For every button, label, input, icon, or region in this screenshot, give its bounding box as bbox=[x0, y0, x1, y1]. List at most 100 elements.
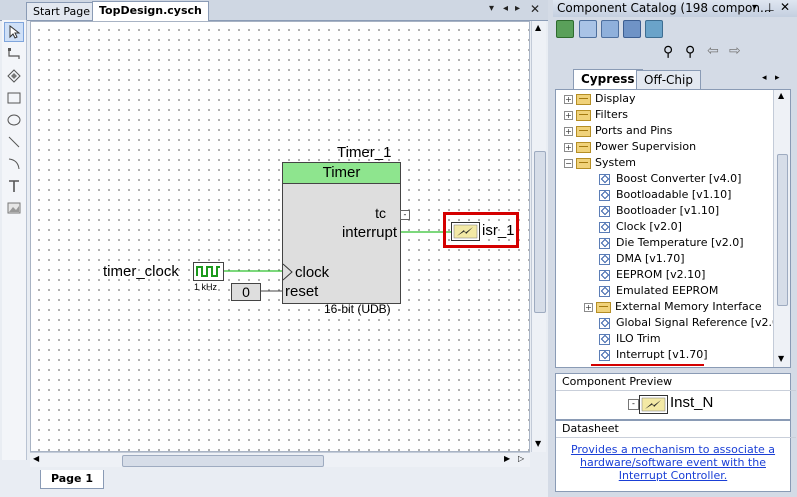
tc-pin-terminal: - bbox=[400, 210, 410, 220]
tree-item-interrupt[interactable]: Interrupt [v1.70] bbox=[599, 347, 708, 363]
text-tool-icon[interactable] bbox=[4, 176, 24, 196]
line-tool-icon[interactable] bbox=[4, 132, 24, 152]
reset-constant[interactable]: 0 bbox=[231, 283, 261, 301]
component-tool-icon[interactable] bbox=[4, 66, 24, 86]
tree-item-ilo-trim[interactable]: ILO Trim bbox=[599, 331, 661, 347]
tab-scroll-right-icon[interactable]: ▸ bbox=[515, 3, 520, 14]
vertical-scrollbar[interactable]: ▲ ▼ bbox=[531, 21, 546, 452]
tree-label: Power Supervision bbox=[595, 140, 697, 153]
folder-icon bbox=[576, 93, 591, 105]
vertical-scroll-thumb[interactable] bbox=[534, 151, 546, 313]
catalog-book-icon[interactable] bbox=[623, 20, 641, 38]
tree-folder-ports-and-pins[interactable]: + Ports and Pins bbox=[564, 123, 672, 139]
component-icon bbox=[599, 317, 610, 329]
tab-topdesign[interactable]: TopDesign.cysch bbox=[92, 1, 209, 21]
horizontal-scrollbar[interactable]: ◀ ▶ ▷ bbox=[30, 452, 530, 467]
tab-start-page[interactable]: Start Page bbox=[26, 2, 97, 20]
back-arrow-icon[interactable]: ⇦ bbox=[707, 43, 719, 59]
tree-folder-display[interactable]: + Display bbox=[564, 91, 636, 107]
page-scroll-right-icon[interactable]: ▷ bbox=[518, 454, 524, 463]
tree-item-emulated-eeprom[interactable]: Emulated EEPROM bbox=[599, 283, 718, 299]
tree-label: ILO Trim bbox=[616, 332, 661, 345]
clock-component[interactable] bbox=[193, 262, 224, 281]
component-tree[interactable]: + Display + Filters + Ports and Pins + Power… bbox=[555, 89, 791, 368]
tab-page-1[interactable]: Page 1 bbox=[40, 470, 104, 489]
vendor-tab-right-icon[interactable]: ▸ bbox=[775, 73, 780, 83]
tree-item-dma[interactable]: DMA [v1.70] bbox=[599, 251, 685, 267]
tree-item-boost-converter[interactable]: Boost Converter [v4.0] bbox=[599, 171, 741, 187]
image-tool-icon[interactable] bbox=[4, 198, 24, 218]
panel-close-icon[interactable]: ✕ bbox=[780, 0, 790, 14]
tree-folder-filters[interactable]: + Filters bbox=[564, 107, 628, 123]
add-component-icon[interactable] bbox=[579, 20, 597, 38]
component-icon bbox=[599, 349, 610, 361]
tab-list-dropdown-icon[interactable]: ▾ bbox=[489, 3, 494, 14]
tree-label: Boost Converter [v4.0] bbox=[616, 172, 742, 185]
tree-item-eeprom[interactable]: EEPROM [v2.10] bbox=[599, 267, 705, 283]
isr-name[interactable]: isr_1 bbox=[482, 222, 515, 239]
wire-tool-icon[interactable] bbox=[4, 44, 24, 64]
timer-component[interactable]: Timer tc interrupt clock reset - bbox=[282, 162, 410, 304]
pin-icon[interactable]: ⊥ bbox=[765, 1, 775, 14]
tree-folder-power-supervision[interactable]: + Power Supervision bbox=[564, 139, 696, 155]
tree-label: DMA [v1.70] bbox=[616, 252, 685, 265]
component-icon bbox=[599, 285, 610, 297]
scroll-left-icon[interactable]: ◀ bbox=[33, 454, 39, 463]
tree-label: Global Signal Reference [v2.0] bbox=[616, 316, 784, 329]
tree-folder-system[interactable]: − System bbox=[564, 155, 636, 171]
datasheet-link[interactable]: Provides a mechanism to associate a hard… bbox=[568, 443, 778, 482]
close-icon[interactable]: ✕ bbox=[530, 2, 540, 16]
folder-icon bbox=[576, 109, 591, 121]
interrupt-underline-highlight bbox=[591, 364, 704, 366]
tree-label: Clock [v2.0] bbox=[616, 220, 682, 233]
refresh-icon[interactable] bbox=[556, 20, 574, 38]
clock-name[interactable]: timer_clock bbox=[103, 263, 179, 280]
pin-interrupt-label: interrupt bbox=[341, 224, 397, 241]
pin-clock-label: clock bbox=[295, 264, 330, 281]
component-icon bbox=[599, 205, 610, 217]
pin-tc-label: tc bbox=[375, 205, 386, 221]
select-tool-icon[interactable] bbox=[4, 22, 24, 42]
tab-off-chip[interactable]: Off-Chip bbox=[636, 70, 701, 89]
ellipse-tool-icon[interactable] bbox=[4, 110, 24, 130]
tree-item-clock[interactable]: Clock [v2.0] bbox=[599, 219, 682, 235]
arc-tool-icon[interactable] bbox=[4, 154, 24, 174]
tree-folder-external-memory-interface[interactable]: + External Memory Interface bbox=[584, 299, 762, 315]
scroll-up-icon[interactable]: ▲ bbox=[778, 91, 784, 100]
tree-item-global-signal-reference[interactable]: Global Signal Reference [v2.0] bbox=[599, 315, 783, 331]
tab-cypress[interactable]: Cypress bbox=[573, 69, 643, 89]
library-icon[interactable] bbox=[601, 20, 619, 38]
forward-arrow-icon[interactable]: ⇨ bbox=[729, 43, 741, 59]
scroll-down-icon[interactable]: ▼ bbox=[778, 354, 784, 363]
clock-waveform-icon bbox=[196, 266, 220, 277]
tree-item-die-temperature[interactable]: Die Temperature [v2.0] bbox=[599, 235, 744, 251]
schematic-canvas[interactable]: Timer_1 Timer tc interrupt clock reset -… bbox=[30, 21, 530, 452]
tree-label: Bootloader [v1.10] bbox=[616, 204, 720, 217]
datasheet-header: Datasheet bbox=[556, 421, 796, 438]
isr-component[interactable] bbox=[451, 222, 480, 241]
tab-scroll-left-icon[interactable]: ◂ bbox=[503, 3, 508, 14]
interrupt-bolt-icon bbox=[453, 224, 478, 239]
datasheet-panel: Datasheet Provides a mechanism to associ… bbox=[555, 420, 796, 492]
find-icon[interactable]: ⚲ bbox=[663, 44, 673, 60]
vendor-tab-left-icon[interactable]: ◂ bbox=[762, 73, 767, 83]
clock-frequency: 1 kHz bbox=[194, 282, 218, 292]
scroll-right-icon[interactable]: ▶ bbox=[504, 454, 510, 463]
tree-label: Ports and Pins bbox=[595, 124, 673, 137]
scroll-down-icon[interactable]: ▼ bbox=[535, 439, 541, 448]
panel-menu-icon[interactable]: ▾ bbox=[752, 2, 757, 13]
component-icon bbox=[599, 173, 610, 185]
rectangle-tool-icon[interactable] bbox=[4, 88, 24, 108]
clock-pin-triangle-icon bbox=[283, 263, 293, 281]
scroll-up-icon[interactable]: ▲ bbox=[535, 23, 541, 32]
catalog-title: Component Catalog (198 compon... bbox=[553, 0, 797, 17]
horizontal-scroll-thumb[interactable] bbox=[122, 455, 324, 467]
find-next-icon[interactable]: ⚲ bbox=[685, 44, 695, 60]
tree-item-bootloadable[interactable]: Bootloadable [v1.10] bbox=[599, 187, 731, 203]
schematic-editor: Start Page TopDesign.cysch ▾ ◂ ▸ ✕ Timer… bbox=[0, 0, 548, 497]
tree-scrollbar[interactable]: ▲ ▼ bbox=[773, 90, 790, 367]
tree-item-bootloader[interactable]: Bootloader [v1.10] bbox=[599, 203, 719, 219]
update-icon[interactable] bbox=[645, 20, 663, 38]
timer-instance-name[interactable]: Timer_1 bbox=[337, 144, 391, 161]
tree-scroll-thumb[interactable] bbox=[777, 154, 788, 306]
